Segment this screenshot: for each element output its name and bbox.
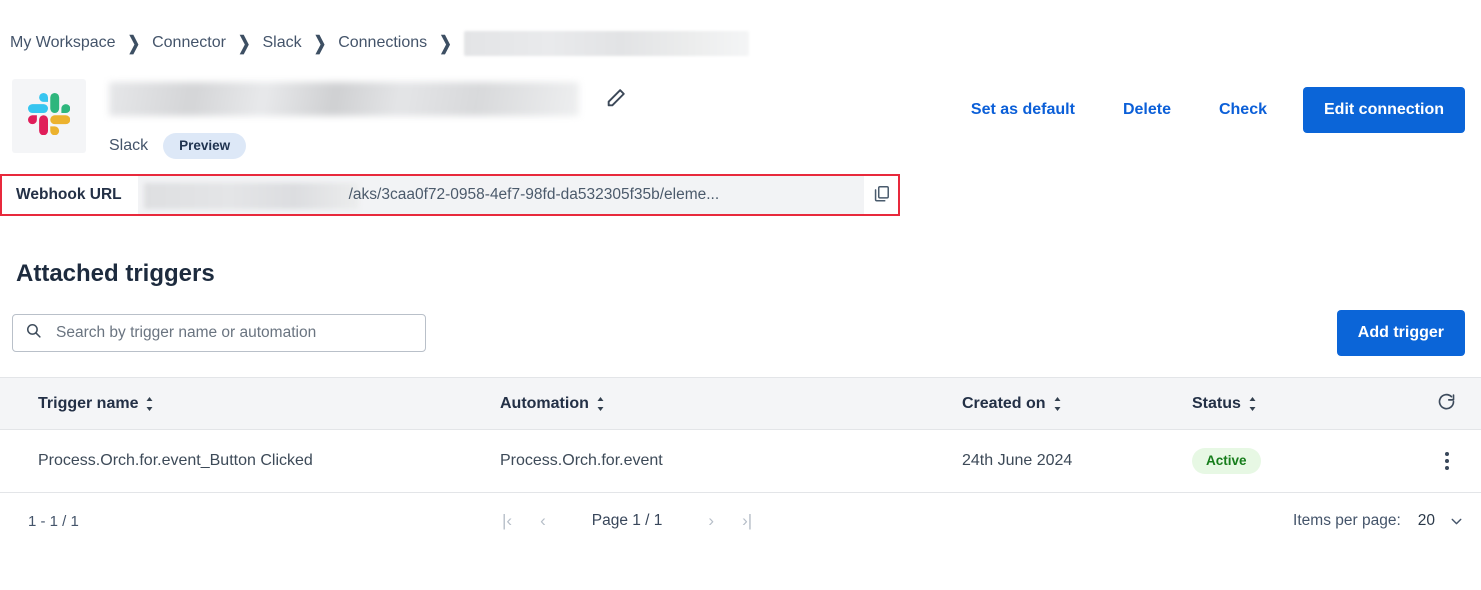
first-page-button[interactable]: |‹ xyxy=(488,505,526,537)
column-header-label: Trigger name xyxy=(38,394,139,412)
column-header-created-on[interactable]: Created on xyxy=(962,395,1192,413)
preview-badge: Preview xyxy=(163,133,247,159)
kebab-dot-icon xyxy=(1444,466,1449,470)
column-header-label: Automation xyxy=(500,394,589,412)
table-header-row: Trigger name Automation Created on Statu… xyxy=(0,377,1481,430)
breadcrumb-separator-icon: ❯ xyxy=(127,33,141,55)
search-icon xyxy=(25,322,42,344)
row-menu-button[interactable] xyxy=(1441,448,1453,474)
pencil-icon xyxy=(605,87,627,112)
edit-connection-button[interactable]: Edit connection xyxy=(1303,87,1465,133)
column-header-label: Created on xyxy=(962,394,1046,412)
breadcrumb-item-connector[interactable]: Connector xyxy=(152,34,226,52)
status-badge: Active xyxy=(1192,448,1261,474)
breadcrumb-item-slack[interactable]: Slack xyxy=(263,34,302,52)
pagination-bar: 1 - 1 / 1 |‹ ‹ Page 1 / 1 › ›| Items per… xyxy=(0,493,1481,549)
add-trigger-button[interactable]: Add trigger xyxy=(1336,310,1465,356)
breadcrumb-item-current-redacted xyxy=(463,30,749,56)
set-as-default-button[interactable]: Set as default xyxy=(947,91,1099,129)
table-row[interactable]: Process.Orch.for.event_Button Clicked Pr… xyxy=(0,430,1481,493)
column-header-trigger-name[interactable]: Trigger name xyxy=(0,395,500,413)
webhook-url-field[interactable]: /aks/3caa0f72-0958-4ef7-98fd-da532305f35… xyxy=(137,176,864,214)
pagination-range-label: 1 - 1 / 1 xyxy=(28,512,79,530)
sort-icon xyxy=(596,396,605,411)
webhook-url-redacted xyxy=(143,183,359,209)
breadcrumb-separator-icon: ❯ xyxy=(439,33,452,55)
breadcrumb: My Workspace ❯ Connector ❯ Slack ❯ Conne… xyxy=(0,21,1481,65)
breadcrumb-item-my-workspace[interactable]: My Workspace xyxy=(10,34,116,52)
cell-row-actions xyxy=(1412,448,1481,474)
edit-title-button[interactable] xyxy=(603,86,629,112)
triggers-table: Trigger name Automation Created on Statu… xyxy=(0,377,1481,493)
cell-automation: Process.Orch.for.event xyxy=(500,452,663,469)
kebab-dot-icon xyxy=(1444,459,1449,463)
connection-title-redacted xyxy=(109,82,579,116)
sort-icon xyxy=(1053,396,1062,411)
pagination-nav: |‹ ‹ Page 1 / 1 › ›| xyxy=(488,505,766,537)
webhook-url-label: Webhook URL xyxy=(2,176,138,214)
cell-status: Active xyxy=(1192,448,1412,474)
connection-title-line xyxy=(109,79,947,119)
chevron-down-icon[interactable] xyxy=(1448,513,1465,530)
column-header-automation[interactable]: Automation xyxy=(500,395,962,413)
cell-created-on: 24th June 2024 xyxy=(962,452,1073,469)
app-icon-tile xyxy=(12,79,86,153)
items-per-page-value: 20 xyxy=(1417,512,1435,529)
trigger-search-input[interactable] xyxy=(54,323,413,343)
sort-icon xyxy=(1248,396,1257,411)
items-per-page-label: Items per page: xyxy=(1293,512,1401,529)
breadcrumb-separator-icon: ❯ xyxy=(237,33,251,55)
refresh-icon xyxy=(1436,392,1457,416)
attached-triggers-title: Attached triggers xyxy=(16,260,215,287)
table-header-actions xyxy=(1412,392,1481,416)
breadcrumb-item-connections[interactable]: Connections xyxy=(338,34,427,52)
connection-subtitle: Slack Preview xyxy=(109,133,947,159)
webhook-url-row: Webhook URL /aks/3caa0f72-0958-4ef7-98fd… xyxy=(0,174,900,216)
next-page-button[interactable]: › xyxy=(694,505,728,537)
check-button[interactable]: Check xyxy=(1195,91,1291,129)
breadcrumb-separator-icon: ❯ xyxy=(313,33,327,55)
connection-title-block: Slack Preview xyxy=(109,79,947,159)
delete-button[interactable]: Delete xyxy=(1099,91,1195,129)
kebab-dot-icon xyxy=(1444,452,1449,456)
column-header-label: Status xyxy=(1192,394,1241,412)
app-name-label: Slack xyxy=(109,136,149,154)
items-per-page-control[interactable]: Items per page: 20 xyxy=(1293,512,1465,530)
sort-icon xyxy=(145,396,154,411)
column-header-status[interactable]: Status xyxy=(1192,395,1412,413)
slack-logo-icon xyxy=(28,92,71,140)
header-actions: Set as default Delete Check Edit connect… xyxy=(947,87,1465,133)
connection-header: Slack Preview Set as default Delete Chec… xyxy=(0,65,1481,159)
last-page-button[interactable]: ›| xyxy=(728,505,766,537)
trigger-search-box[interactable] xyxy=(12,314,426,352)
triggers-toolbar: Add trigger xyxy=(0,310,1481,356)
copy-webhook-url-button[interactable] xyxy=(864,176,898,214)
webhook-url-value: /aks/3caa0f72-0958-4ef7-98fd-da532305f35… xyxy=(348,186,720,203)
copy-icon xyxy=(872,184,891,206)
previous-page-button[interactable]: ‹ xyxy=(526,505,560,537)
refresh-button[interactable] xyxy=(1436,392,1457,416)
pagination-page-label: Page 1 / 1 xyxy=(591,512,663,529)
cell-trigger-name: Process.Orch.for.event_Button Clicked xyxy=(38,452,313,469)
